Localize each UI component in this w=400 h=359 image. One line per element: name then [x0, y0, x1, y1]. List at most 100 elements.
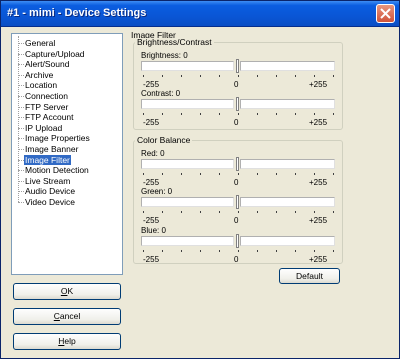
sidebar-item-image-banner[interactable]: Image Banner — [24, 144, 79, 154]
slider-track — [240, 159, 335, 169]
contrast-slider[interactable] — [141, 97, 335, 115]
slider-tick — [295, 250, 296, 252]
slider-tick — [238, 173, 239, 175]
slider-tick — [219, 211, 220, 213]
sidebar-item-audio-device[interactable]: Audio Device — [24, 186, 76, 196]
device-settings-window: #1 - mimi - Device Settings General Captu… — [0, 0, 400, 359]
slider-tick — [314, 75, 315, 77]
help-button[interactable]: Help — [13, 333, 121, 350]
slider-thumb[interactable] — [236, 234, 239, 248]
contrast-scale-max: +255 — [309, 118, 328, 127]
slider-track — [141, 236, 234, 246]
red-scale-min: -255 — [143, 178, 160, 187]
slider-tick — [200, 211, 201, 213]
brightness-slider[interactable] — [141, 59, 335, 77]
green-slider[interactable] — [141, 195, 335, 213]
slider-tick — [257, 75, 258, 77]
sidebar-item-video-device[interactable]: Video Device — [24, 197, 76, 207]
slider-tick — [333, 75, 334, 77]
slider-tick — [143, 250, 144, 252]
window-title: #1 - mimi - Device Settings — [7, 7, 147, 19]
slider-track — [141, 61, 234, 71]
slider-tick — [200, 75, 201, 77]
slider-tick — [143, 211, 144, 213]
slider-tick — [219, 173, 220, 175]
slider-tick — [181, 113, 182, 115]
sidebar-item-connection[interactable]: Connection — [24, 91, 69, 101]
contrast-scale-min: -255 — [143, 118, 160, 127]
blue-scale-max: +255 — [309, 255, 328, 264]
sidebar-item-capture-upload[interactable]: Capture/Upload — [24, 49, 86, 59]
cancel-button[interactable]: Cancel — [13, 308, 121, 325]
sidebar-item-ip-upload[interactable]: IP Upload — [24, 123, 63, 133]
slider-tick — [276, 250, 277, 252]
slider-tick — [314, 173, 315, 175]
slider-tick — [200, 173, 201, 175]
sidebar-item-live-stream[interactable]: Live Stream — [24, 176, 71, 186]
slider-tick — [333, 211, 334, 213]
slider-tick — [295, 211, 296, 213]
slider-tick — [238, 211, 239, 213]
slider-tick — [276, 113, 277, 115]
slider-track — [141, 99, 234, 109]
slider-thumb[interactable] — [236, 97, 239, 111]
red-label: Red: 0 — [141, 149, 165, 158]
sidebar-item-general[interactable]: General — [24, 38, 56, 48]
slider-tick — [276, 211, 277, 213]
slider-tick — [295, 75, 296, 77]
slider-thumb[interactable] — [236, 59, 239, 73]
slider-tick — [162, 250, 163, 252]
sidebar-item-image-properties[interactable]: Image Properties — [24, 133, 91, 143]
sidebar-item-image-filter[interactable]: Image Filter — [24, 154, 71, 165]
slider-tick — [314, 250, 315, 252]
slider-thumb[interactable] — [236, 195, 239, 209]
slider-tick — [333, 250, 334, 252]
green-label: Green: 0 — [141, 187, 173, 196]
slider-tick — [238, 75, 239, 77]
green-scale-mid: 0 — [234, 216, 239, 225]
slider-tick — [162, 211, 163, 213]
red-scale-max: +255 — [309, 178, 328, 187]
slider-tick — [257, 211, 258, 213]
default-button[interactable]: Default — [279, 268, 340, 284]
title-bar[interactable]: #1 - mimi - Device Settings — [1, 1, 399, 27]
slider-tick — [276, 173, 277, 175]
slider-track — [141, 159, 234, 169]
slider-tick — [143, 173, 144, 175]
help-button-label: elp — [64, 336, 76, 346]
close-button[interactable] — [376, 4, 395, 23]
slider-track — [141, 197, 234, 207]
slider-tick — [181, 75, 182, 77]
sidebar-item-archive[interactable]: Archive — [24, 70, 54, 80]
slider-tick — [162, 75, 163, 77]
green-scale-max: +255 — [309, 216, 328, 225]
slider-tick — [238, 250, 239, 252]
ok-button[interactable]: OK — [13, 283, 121, 300]
slider-thumb[interactable] — [236, 157, 239, 171]
brightness-label: Brightness: 0 — [141, 51, 188, 60]
sidebar-item-alert-sound[interactable]: Alert/Sound — [24, 59, 70, 69]
sidebar-item-motion-detection[interactable]: Motion Detection — [24, 165, 90, 175]
slider-tick — [219, 113, 220, 115]
brightness-scale-min: -255 — [143, 80, 160, 89]
sidebar-item-ftp-server[interactable]: FTP Server — [24, 102, 69, 112]
sidebar-item-location[interactable]: Location — [24, 80, 58, 90]
settings-category-list[interactable]: General Capture/Upload Alert/Sound Archive L… — [11, 33, 123, 275]
red-slider[interactable] — [141, 157, 335, 175]
slider-tick — [238, 113, 239, 115]
slider-tick — [295, 113, 296, 115]
slider-tick — [219, 75, 220, 77]
brightness-scale-max: +255 — [309, 80, 328, 89]
slider-tick — [333, 173, 334, 175]
close-icon — [380, 8, 391, 19]
slider-track — [240, 99, 335, 109]
slider-tick — [219, 250, 220, 252]
blue-slider[interactable] — [141, 234, 335, 252]
slider-tick — [314, 113, 315, 115]
slider-track — [240, 197, 335, 207]
slider-tick — [143, 113, 144, 115]
sidebar-item-ftp-account[interactable]: FTP Account — [24, 112, 75, 122]
brightness-contrast-legend: Brightness/Contrast — [135, 37, 214, 47]
contrast-scale-mid: 0 — [234, 118, 239, 127]
slider-track — [240, 61, 335, 71]
